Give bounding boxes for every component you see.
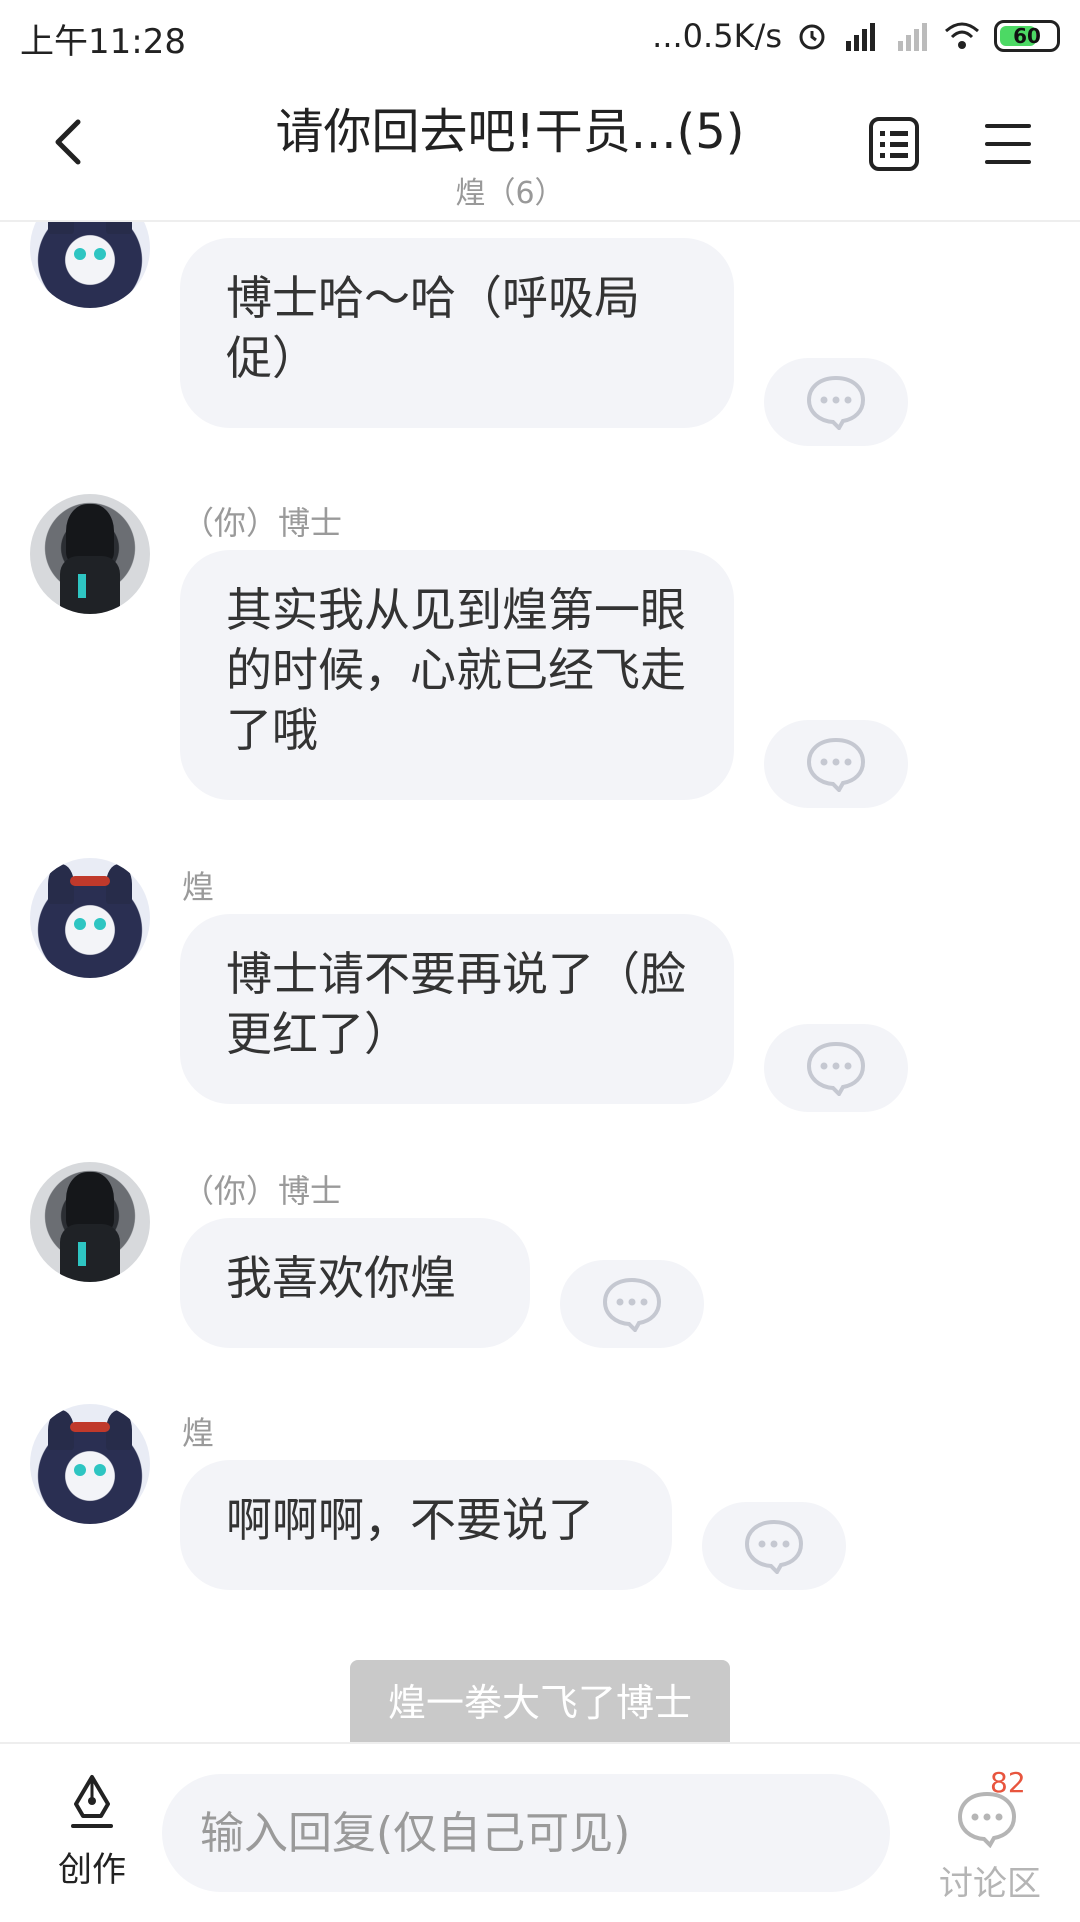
status-time: 上午11:28 [20,22,186,62]
menu-button[interactable] [984,122,1032,166]
reply-input[interactable] [162,1774,890,1892]
huang-avatar[interactable] [30,858,150,978]
status-icons: ...0.5K/s 60 [652,14,1060,58]
speaker-name: （你）博士 [182,1172,343,1210]
speaker-name: 煌 [182,1414,215,1452]
create-label: 创作 [58,1850,126,1890]
message-bubble[interactable]: 博士哈～哈（呼吸局促） [180,238,734,428]
comment-icon [744,1519,804,1574]
hamburger-menu-icon [985,124,1031,164]
comment-button[interactable] [560,1260,704,1348]
comment-button[interactable] [764,1024,908,1112]
huang-avatar[interactable] [30,1404,150,1524]
speaker-name: 煌 [182,222,214,224]
message-bubble[interactable]: 我喜欢你煌 [180,1218,530,1348]
list-icon [869,117,919,171]
huang-avatar[interactable] [30,222,150,308]
doctor-avatar[interactable] [30,1162,150,1282]
comment-button[interactable] [764,358,908,446]
speaker-name: （你）博士 [182,504,343,542]
title-area[interactable]: 请你回去吧!干员...(5) 煌（6） [180,92,840,212]
speaker-name: 煌 [182,868,215,906]
wifi-icon [945,22,979,49]
comment-button[interactable] [764,720,908,808]
message-bubble[interactable]: 啊啊啊，不要说了 [180,1460,672,1590]
narration-card[interactable]: 煌一拳大飞了博士 [350,1660,730,1742]
back-button[interactable] [40,112,100,172]
create-button[interactable]: 创作 [40,1774,144,1894]
message-bubble[interactable]: 其实我从见到煌第一眼的时候，心就已经飞走了哦 [180,550,734,800]
alarm-icon [799,24,825,50]
comment-icon [806,1041,866,1096]
doctor-avatar[interactable] [30,494,150,614]
page-title: 请你回去吧!干员...(5) [275,104,745,160]
network-speed: ...0.5K/s [652,17,782,55]
comment-icon [806,737,866,792]
discussion-label: 讨论区 [939,1864,1041,1904]
signal-empty-icon [898,23,927,51]
discussion-button[interactable]: 82 讨论区 [920,1766,1060,1906]
page-subtitle: 煌（6） [455,176,565,211]
battery-icon: 60 [994,20,1060,52]
chat-area[interactable]: 煌 博士哈～哈（呼吸局促） （你）博士 其实我从见到煌第一眼的时候，心就已经飞走… [0,222,1080,1742]
chevron-left-icon [55,119,81,165]
comment-icon [806,375,866,430]
bottom-bar: 创作 82 讨论区 [0,1742,1080,1922]
signal-hd-icon [846,23,875,51]
message-bubble[interactable]: 博士请不要再说了（脸更红了） [180,914,734,1104]
comment-button[interactable] [702,1502,846,1590]
header: 请你回去吧!干员...(5) 煌（6） [0,72,1080,222]
status-bar: 上午11:28 ...0.5K/s 60 [0,0,1080,72]
battery-level: 60 [1013,24,1041,48]
catalog-button[interactable] [868,116,920,172]
pen-nib-icon [71,1775,113,1828]
comment-icon [602,1277,662,1332]
discussion-count-badge: 82 [990,1766,1026,1799]
